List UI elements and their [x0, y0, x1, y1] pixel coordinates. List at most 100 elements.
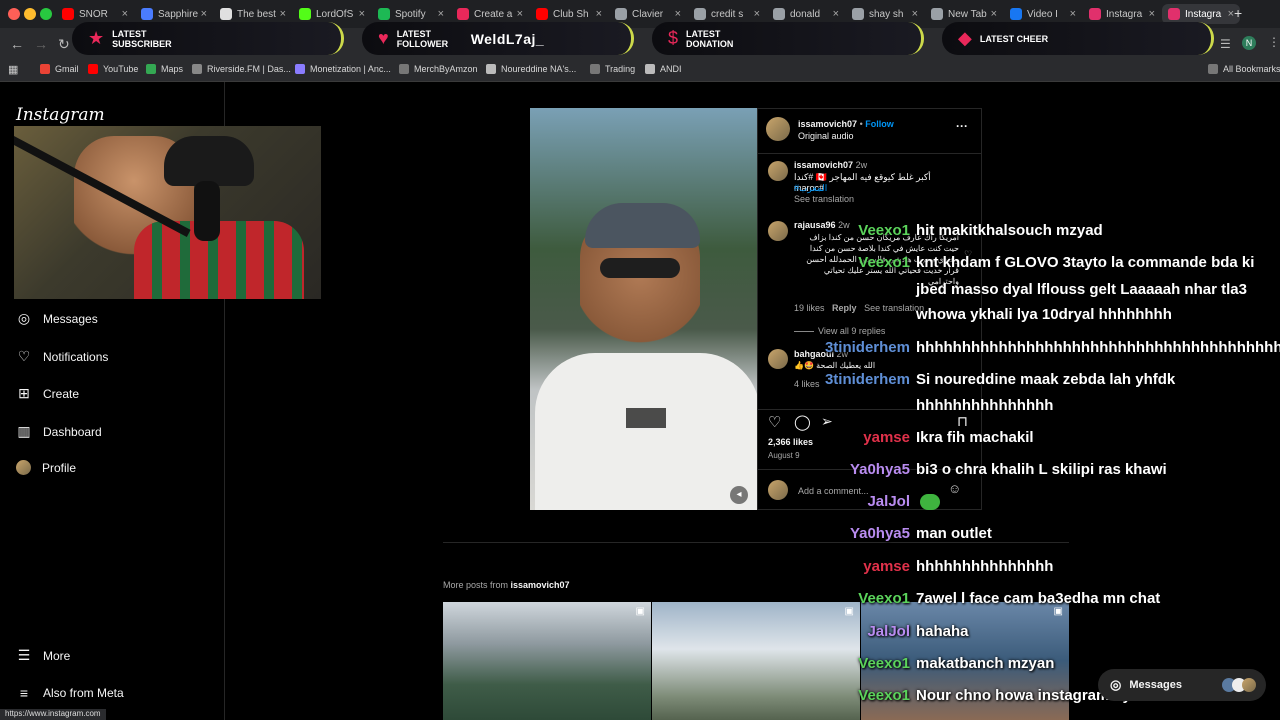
- browser-tab[interactable]: Clavier ×: [609, 4, 687, 24]
- tab-label: donald: [790, 8, 821, 20]
- browser-tab[interactable]: credit s ×: [688, 4, 766, 24]
- browser-tab[interactable]: New Tab ×: [925, 4, 1003, 24]
- author-username[interactable]: issamovich07: [798, 119, 857, 129]
- forward-arrow-icon[interactable]: →: [34, 36, 48, 52]
- caption-username[interactable]: issamovich07: [794, 160, 853, 170]
- folder-icon: [1208, 64, 1218, 74]
- bookmark-item[interactable]: Trading: [590, 64, 635, 74]
- audio-label[interactable]: Original audio: [798, 131, 854, 141]
- caption-avatar[interactable]: [768, 161, 788, 181]
- bookmark-item[interactable]: ANDI: [645, 64, 682, 74]
- sidebar-item-also-from-meta[interactable]: ≡ Also from Meta: [16, 685, 124, 701]
- window-minimize-button[interactable]: [24, 8, 36, 20]
- tab-close-icon[interactable]: ×: [1149, 8, 1155, 20]
- tab-close-icon[interactable]: ×: [754, 8, 760, 20]
- bookmark-item[interactable]: MerchByAmzon: [399, 64, 478, 74]
- latest-subscriber-alert: ★ LATEST SUBSCRIBER: [72, 22, 344, 55]
- browser-tab[interactable]: SNOR ×: [56, 4, 134, 24]
- browser-tab[interactable]: shay sh ×: [846, 4, 924, 24]
- reload-icon[interactable]: ↻: [58, 36, 70, 53]
- browser-tab[interactable]: Video I ×: [1004, 4, 1082, 24]
- latest-subscriber-label: LATEST SUBSCRIBER: [112, 28, 172, 49]
- caption-hashtag[interactable]: #المغرب: [794, 183, 827, 194]
- window-close-button[interactable]: [8, 8, 20, 20]
- follow-button[interactable]: Follow: [865, 119, 894, 129]
- sidebar-item-profile[interactable]: Profile: [16, 460, 76, 475]
- likes-count[interactable]: 2,366 likes: [768, 437, 813, 447]
- tab-label: The best: [237, 8, 276, 20]
- tab-close-icon[interactable]: ×: [596, 8, 602, 20]
- tab-close-icon[interactable]: ×: [280, 8, 286, 20]
- follow-separator: •: [859, 119, 863, 129]
- browser-tab[interactable]: Instagra ×: [1083, 4, 1161, 24]
- bookmark-item[interactable]: Maps: [146, 64, 183, 74]
- tab-close-icon[interactable]: ×: [912, 8, 918, 20]
- back-arrow-icon[interactable]: ←: [10, 36, 24, 52]
- share-send-icon[interactable]: ➢: [821, 413, 833, 430]
- tab-close-icon[interactable]: ×: [675, 8, 681, 20]
- tab-label: SNOR: [79, 8, 108, 20]
- browser-tab[interactable]: Sapphire ×: [135, 4, 213, 24]
- new-tab-button[interactable]: +: [1234, 5, 1242, 21]
- chat-username: 3tiniderhem: [824, 339, 910, 356]
- sidebar-item-more[interactable]: ☰ More: [16, 647, 71, 664]
- browser-tab[interactable]: Club Sh ×: [530, 4, 608, 24]
- mute-icon[interactable]: ◂: [730, 486, 748, 504]
- menu-icon[interactable]: ☰: [1220, 37, 1231, 51]
- browser-tab[interactable]: Create a ×: [451, 4, 529, 24]
- more-post-thumbnail-2[interactable]: ▣: [652, 602, 860, 720]
- chat-username: Ya0hya5: [849, 525, 910, 542]
- emoji-icon[interactable]: ☺: [948, 481, 961, 496]
- tab-close-icon[interactable]: ×: [201, 8, 207, 20]
- tab-close-icon[interactable]: ×: [991, 8, 997, 20]
- kebab-menu-icon[interactable]: ⋮: [1268, 35, 1280, 49]
- like-heart-icon[interactable]: ♡: [768, 413, 781, 431]
- bookmark-item[interactable]: Gmail: [40, 64, 79, 74]
- window-zoom-button[interactable]: [40, 8, 52, 20]
- tab-label: shay sh: [869, 8, 904, 20]
- tab-close-icon[interactable]: ×: [359, 8, 365, 20]
- browser-tab[interactable]: LordOfS ×: [293, 4, 371, 24]
- reply-button[interactable]: Reply: [832, 303, 857, 313]
- bookmark-item[interactable]: YouTube: [88, 64, 138, 74]
- tab-close-icon[interactable]: ×: [833, 8, 839, 20]
- post-video[interactable]: ◂: [530, 108, 757, 510]
- sidebar-item-messages[interactable]: ◎ Messages: [16, 310, 98, 327]
- bookmark-item[interactable]: Noureddine NA's...: [486, 64, 576, 74]
- sidebar-item-notifications[interactable]: ♡ Notifications: [16, 348, 109, 365]
- more-options-icon[interactable]: ···: [956, 119, 968, 133]
- see-translation-link[interactable]: See translation: [794, 194, 854, 204]
- sidebar-item-create[interactable]: ⊞ Create: [16, 385, 79, 402]
- bookmark-item[interactable]: Riverside.FM | Das...: [192, 64, 291, 74]
- all-bookmarks[interactable]: All Bookmarks: [1208, 64, 1280, 74]
- bookmark-item[interactable]: Monetization | Anc...: [295, 64, 391, 74]
- tab-close-icon[interactable]: ×: [517, 8, 523, 20]
- browser-tab[interactable]: The best ×: [214, 4, 292, 24]
- more-post-thumbnail-1[interactable]: ▣: [443, 602, 651, 720]
- tab-favicon-icon: [457, 8, 469, 20]
- tab-close-icon[interactable]: ×: [1070, 8, 1076, 20]
- browser-tab[interactable]: Instagra ×: [1162, 4, 1240, 24]
- comment2-avatar[interactable]: [768, 349, 788, 369]
- bookmark-icon[interactable]: ⊓: [957, 413, 968, 430]
- messages-button[interactable]: ◎ Messages: [1098, 669, 1266, 701]
- instagram-logo[interactable]: Instagram: [16, 105, 105, 125]
- view-replies-link[interactable]: View all 9 replies: [794, 326, 885, 336]
- add-comment-input[interactable]: Add a comment...: [798, 486, 869, 496]
- browser-tab[interactable]: Spotify ×: [372, 4, 450, 24]
- tab-label: New Tab: [948, 8, 987, 20]
- apps-grid-icon[interactable]: ▦: [8, 63, 18, 76]
- profile-avatar-icon[interactable]: N: [1242, 36, 1256, 50]
- tab-close-icon[interactable]: ×: [438, 8, 444, 20]
- browser-tab[interactable]: donald ×: [767, 4, 845, 24]
- author-avatar[interactable]: [766, 117, 790, 141]
- sidebar-item-dashboard[interactable]: ▥ Dashboard: [16, 423, 101, 440]
- comment-likes[interactable]: 19 likes: [794, 303, 825, 313]
- comment-bubble-icon[interactable]: ◯: [794, 413, 811, 431]
- comment-avatar[interactable]: [768, 221, 788, 241]
- comment-username[interactable]: rajausa96: [794, 220, 836, 230]
- tab-close-icon[interactable]: ×: [122, 8, 128, 20]
- more-posts-author[interactable]: issamovich07: [511, 580, 570, 590]
- chat-text: hahaha: [916, 623, 969, 640]
- comment2-likes[interactable]: 4 likes: [794, 379, 820, 389]
